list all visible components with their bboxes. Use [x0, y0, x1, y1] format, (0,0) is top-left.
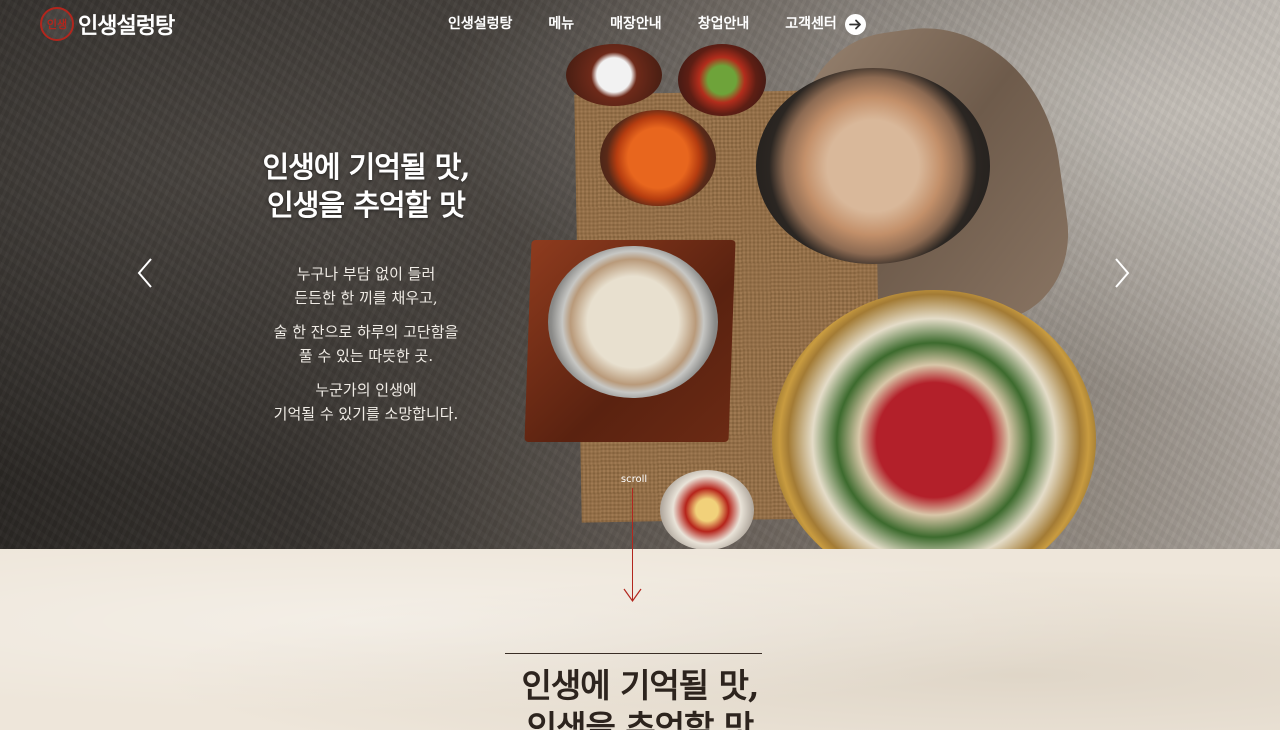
hero-para1-line2: 든든한 한 끼를 채우고, [294, 289, 438, 307]
seolleongtang-bowl [548, 246, 718, 398]
logo[interactable]: 인생 인생설렁탕 [40, 7, 175, 41]
nav-item-franchise[interactable]: 창업안내 [698, 13, 750, 35]
intro-section: 인생에 기억될 맛, 인생을 추억할 맛 [0, 549, 1280, 730]
salt-bowl [566, 44, 662, 106]
intro-title-line1: 인생에 기억될 맛, [521, 666, 760, 705]
hero-title-line1: 인생에 기억될 맛, [262, 150, 470, 184]
chevron-left-icon[interactable] [135, 256, 159, 292]
arrow-right-circle-icon[interactable] [844, 13, 866, 35]
scroll-label[interactable]: scroll [612, 474, 656, 485]
hero-paragraph-1: 누구나 부담 없이 들러 든든한 한 끼를 채우고, [236, 262, 496, 310]
kimchi-bowl [600, 110, 716, 206]
intro-title-line2: 인생을 추억할 맛 [526, 708, 755, 730]
hero-slider: 인생 인생설렁탕 인생설렁탕 메뉴 매장안내 창업안내 고객센터 인생에 기억될… [0, 0, 1280, 549]
hero-para3-line2: 기억될 수 있기를 소망합니다. [273, 405, 459, 423]
hero-title: 인생에 기억될 맛, 인생을 추억할 맛 [236, 148, 496, 224]
hero-food-image [0, 0, 1280, 549]
arrow-right-glyph [848, 19, 861, 29]
nav-item-menu[interactable]: 메뉴 [548, 13, 574, 35]
hero-para2-line2: 풀 수 있는 따뜻한 곳. [298, 347, 434, 365]
hero-para3-line1: 누군가의 인생에 [315, 381, 417, 399]
intro-title: 인생에 기억될 맛, 인생을 추억할 맛 [440, 665, 840, 730]
hero-para2-line1: 술 한 잔으로 하루의 고단함을 [273, 323, 459, 341]
site-header: 인생 인생설렁탕 인생설렁탕 메뉴 매장안내 창업안내 고객센터 [0, 0, 1280, 48]
hero-title-line2: 인생을 추억할 맛 [267, 188, 466, 222]
hero-paragraph-3: 누군가의 인생에 기억될 수 있기를 소망합니다. [236, 378, 496, 426]
chevron-left-glyph [137, 258, 152, 288]
chevron-right-icon[interactable] [1112, 256, 1136, 292]
hero-para1-line1: 누구나 부담 없이 들러 [296, 265, 436, 283]
main-nav: 인생설렁탕 메뉴 매장안내 창업안내 고객센터 [448, 13, 866, 35]
pepper-bowl [678, 44, 766, 116]
sauce-dish [660, 470, 754, 549]
divider [505, 653, 762, 654]
suyuk-plate [756, 68, 990, 264]
scroll-down-arrow-icon[interactable] [623, 588, 642, 603]
chevron-right-glyph [1115, 258, 1130, 288]
nav-item-brand[interactable]: 인생설렁탕 [448, 13, 512, 35]
hero-paragraph-2: 술 한 잔으로 하루의 고단함을 풀 수 있는 따뜻한 곳. [236, 320, 496, 368]
logo-text: 인생설렁탕 [78, 14, 175, 39]
nav-item-stores[interactable]: 매장안내 [610, 13, 662, 35]
scroll-line [632, 488, 633, 600]
hero-copy: 인생에 기억될 맛, 인생을 추억할 맛 누구나 부담 없이 들러 든든한 한 … [236, 148, 496, 426]
logo-mark: 인생 [40, 7, 74, 41]
nav-item-support[interactable]: 고객센터 [785, 13, 837, 35]
